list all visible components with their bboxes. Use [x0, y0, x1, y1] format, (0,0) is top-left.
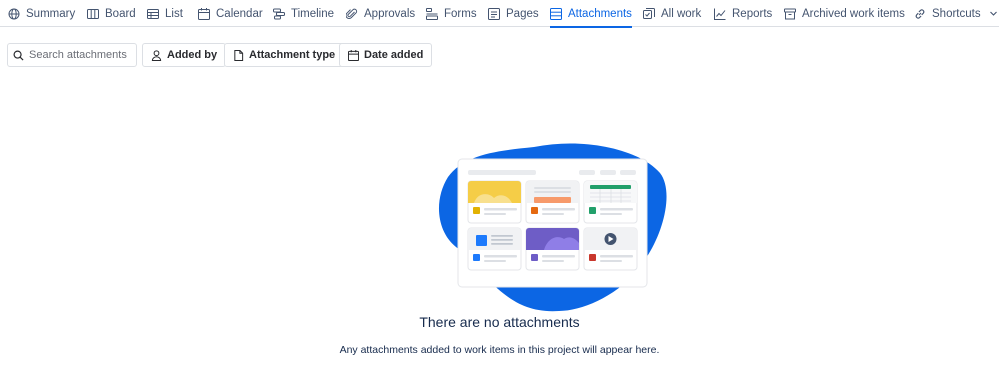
search-input[interactable] [29, 49, 129, 61]
calendar-icon [198, 7, 210, 20]
tab-label: Pages [506, 7, 539, 20]
globe-icon [8, 8, 20, 20]
tab-label: Attachments [568, 7, 632, 20]
tab-label: Calendar [216, 7, 263, 20]
tab-pages[interactable]: Pages [488, 0, 539, 27]
spreadsheet-tile [583, 180, 638, 224]
tab-label: Shortcuts [932, 7, 981, 20]
chevron-down-icon [989, 9, 998, 18]
tab-summary[interactable]: Summary [8, 0, 75, 27]
attachment-type-label: Attachment type [249, 49, 336, 61]
project-tab-bar: Summary Board List Calendar Timeline App… [0, 0, 999, 28]
attachment-type-filter-button[interactable]: Attachment type [224, 43, 345, 67]
audio-tile [525, 227, 580, 271]
video-tile [583, 227, 638, 271]
tab-label: Approvals [364, 7, 416, 20]
list-icon [147, 8, 159, 20]
tab-forms[interactable]: Forms [426, 0, 477, 27]
tab-all-work[interactable]: All work [643, 0, 701, 27]
tab-label: Archived work items [802, 7, 905, 20]
tab-label: All work [661, 7, 702, 20]
added-by-label: Added by [167, 49, 218, 61]
tab-list[interactable]: List [147, 0, 183, 27]
link-icon [914, 8, 926, 20]
all-work-icon [643, 7, 655, 20]
empty-state-description: Any attachments added to work items in t… [339, 344, 660, 356]
tab-label: Forms [444, 7, 477, 20]
forms-icon [426, 7, 438, 20]
tab-shortcuts[interactable]: Shortcuts [914, 0, 998, 27]
tab-label: List [165, 7, 183, 20]
search-attachments-field[interactable] [7, 43, 137, 67]
document-tile [525, 180, 580, 224]
date-added-label: Date added [364, 49, 424, 61]
timeline-icon [273, 8, 285, 20]
tab-reports[interactable]: Reports [714, 0, 772, 27]
tab-approvals[interactable]: Approvals [346, 0, 415, 27]
tab-label: Summary [26, 7, 76, 20]
tab-timeline[interactable]: Timeline [273, 0, 334, 27]
text-document-tile [467, 227, 522, 271]
person-icon [151, 49, 162, 61]
date-added-filter-button[interactable]: Date added [339, 43, 433, 67]
tab-board[interactable]: Board [87, 0, 136, 27]
tab-calendar[interactable]: Calendar [198, 0, 263, 27]
added-by-filter-button[interactable]: Added by [142, 43, 227, 67]
tab-label: Reports [732, 7, 773, 20]
archive-icon [784, 8, 796, 20]
search-icon [13, 50, 24, 61]
page-icon [488, 7, 500, 20]
reports-icon [714, 8, 726, 20]
board-icon [87, 8, 99, 20]
tab-archived-work-items[interactable]: Archived work items [784, 0, 905, 27]
attachments-icon [550, 7, 562, 20]
empty-attachments-illustration [438, 143, 667, 312]
paperclip-icon [346, 8, 358, 20]
empty-state-title: There are no attachments [419, 314, 580, 330]
calendar-icon [348, 49, 359, 61]
tab-label: Timeline [291, 7, 335, 20]
tab-attachments[interactable]: Attachments [550, 0, 632, 28]
image-tile [467, 180, 522, 224]
file-icon [234, 49, 244, 61]
tab-label: Board [105, 7, 136, 20]
